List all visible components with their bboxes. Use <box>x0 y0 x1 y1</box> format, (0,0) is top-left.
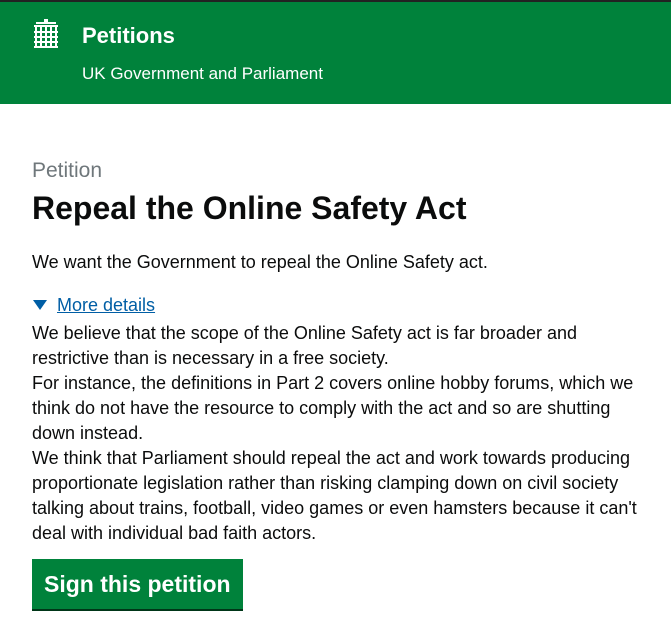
site-subtitle: UK Government and Parliament <box>82 64 323 83</box>
details-paragraph: We believe that the scope of the Online … <box>32 323 577 368</box>
details-paragraph: We think that Parliament should repeal t… <box>32 448 637 543</box>
details-paragraph: For instance, the definitions in Part 2 … <box>32 373 634 443</box>
page-caption: Petition <box>32 159 103 182</box>
petition-content: Petition Repeal the Online Safety Act We… <box>32 158 642 546</box>
page-title: Repeal the Online Safety Act <box>32 190 467 226</box>
triangle-down-icon[interactable] <box>33 300 47 310</box>
portcullis-icon[interactable] <box>31 19 61 49</box>
sign-petition-button[interactable]: Sign this petition <box>32 559 243 609</box>
more-details-toggle[interactable]: More details <box>32 293 642 317</box>
site-header: Petitions UK Government and Parliament <box>0 0 671 104</box>
site-title-link[interactable]: Petitions <box>82 22 175 50</box>
more-details-link[interactable]: More details <box>57 293 155 317</box>
petition-details: We believe that the scope of the Online … <box>32 321 642 546</box>
petition-action: We want the Government to repeal the Onl… <box>32 252 488 272</box>
